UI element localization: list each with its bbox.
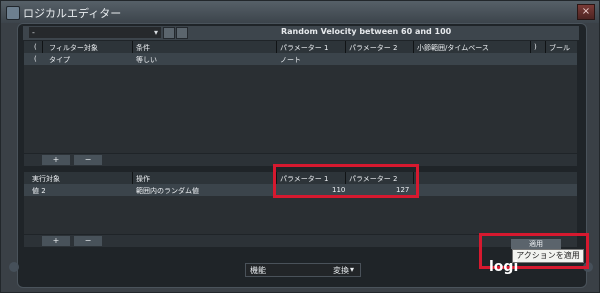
filter-target: タイプ bbox=[49, 56, 70, 64]
delete-preset-icon[interactable] bbox=[176, 27, 188, 39]
filter-separator bbox=[413, 41, 414, 53]
function-label: 機能 bbox=[250, 266, 266, 275]
filter-header-target: フィルター対象 bbox=[49, 44, 98, 52]
preset-value: - bbox=[32, 28, 35, 37]
left-corner-ornament bbox=[9, 262, 19, 272]
add-filter-button[interactable]: + bbox=[42, 155, 70, 165]
filter-header-open-paren: ( bbox=[34, 43, 37, 51]
filter-separator bbox=[42, 41, 43, 53]
filter-table: ( フィルター対象 条件 パラメーター 1 パラメーター 2 小節範囲/タイムベ… bbox=[24, 41, 577, 153]
action-target: 値 2 bbox=[32, 187, 46, 195]
filter-header-boolean: ブール bbox=[549, 44, 570, 52]
chevron-down-icon: ▾ bbox=[153, 28, 158, 37]
filter-separator bbox=[132, 41, 133, 53]
preset-name: Random Velocity between 60 and 100 bbox=[281, 27, 452, 36]
filter-open-paren: ( bbox=[34, 55, 37, 63]
filter-separator bbox=[545, 41, 546, 53]
filter-header-condition: 条件 bbox=[136, 44, 150, 52]
filter-header-range: 小節範囲/タイムベース bbox=[417, 44, 489, 52]
filter-header-param2: パラメーター 2 bbox=[349, 44, 398, 52]
filter-separator bbox=[345, 41, 346, 53]
close-button[interactable]: × bbox=[577, 4, 595, 20]
preset-select[interactable]: - ▾ bbox=[29, 27, 161, 38]
app-icon bbox=[6, 6, 20, 20]
title-bar: ロジカルエディター × bbox=[1, 1, 599, 23]
remove-filter-button[interactable]: − bbox=[74, 155, 102, 165]
filter-separator bbox=[276, 41, 277, 53]
action-operation: 範囲内のランダム値 bbox=[136, 187, 199, 195]
function-selector[interactable]: 機能 変換 ▾ bbox=[245, 263, 361, 277]
save-preset-icon[interactable] bbox=[163, 27, 175, 39]
remove-action-button[interactable]: − bbox=[74, 236, 102, 246]
filter-param1: ノート bbox=[280, 56, 301, 64]
function-mode: 変換 bbox=[333, 266, 349, 275]
action-header-operation: 操作 bbox=[136, 175, 150, 183]
highlight-parameters bbox=[273, 164, 419, 198]
action-header-target: 実行対象 bbox=[32, 175, 60, 183]
logical-logo: logi bbox=[489, 259, 519, 275]
filter-condition: 等しい bbox=[136, 56, 157, 64]
filter-table-header: ( フィルター対象 条件 パラメーター 1 パラメーター 2 小節範囲/タイムベ… bbox=[24, 41, 577, 53]
preset-bar: - ▾ Random Velocity between 60 and 100 bbox=[23, 26, 579, 40]
window-title: ロジカルエディター bbox=[23, 7, 122, 20]
filter-header-param1: パラメーター 1 bbox=[280, 44, 329, 52]
logical-editor-window: ロジカルエディター × - ▾ Random Velocity between … bbox=[0, 0, 600, 293]
filter-header-close-paren: ) bbox=[534, 43, 537, 51]
filter-row[interactable]: ( タイプ 等しい ノート bbox=[24, 53, 577, 65]
apply-tooltip: アクションを適用 bbox=[512, 249, 584, 263]
chevron-down-icon: ▾ bbox=[350, 265, 355, 274]
filter-separator bbox=[530, 41, 531, 53]
action-separator bbox=[132, 172, 133, 184]
add-action-button[interactable]: + bbox=[42, 236, 70, 246]
apply-button[interactable]: 適用 bbox=[511, 239, 561, 249]
